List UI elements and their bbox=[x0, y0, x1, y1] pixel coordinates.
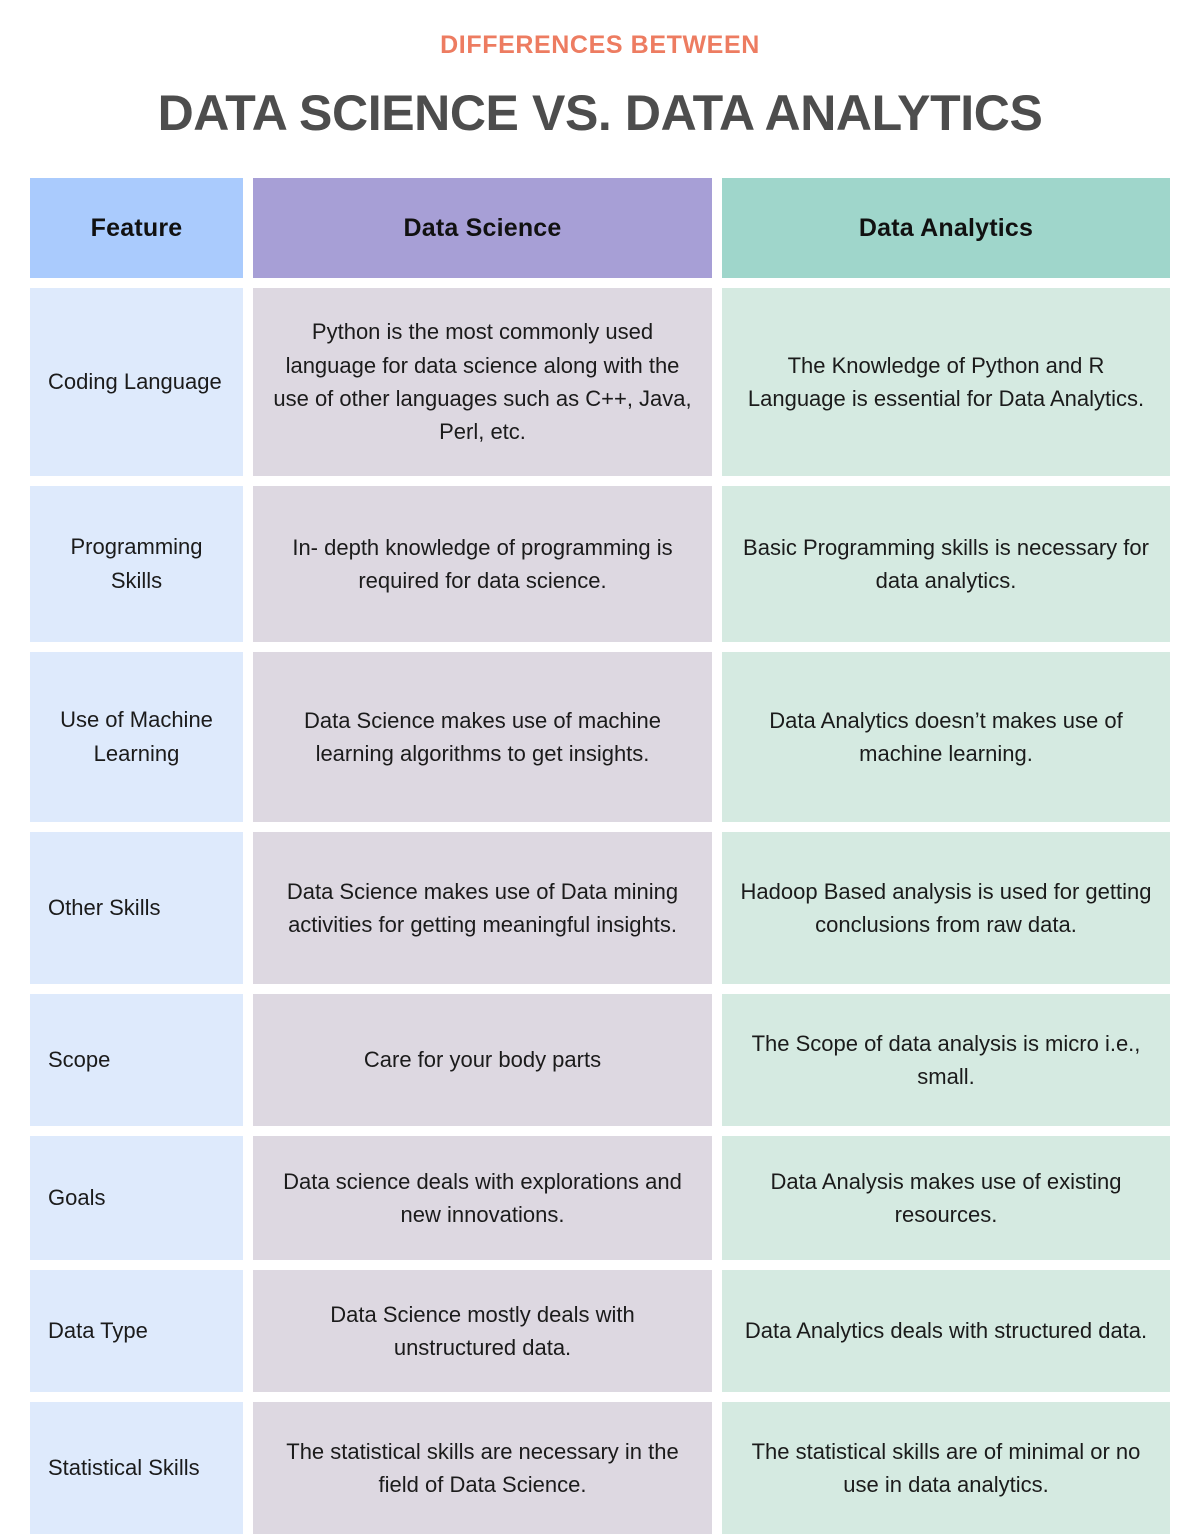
cell-feature: Coding Language bbox=[30, 288, 243, 476]
cell-data-science: Care for your body parts bbox=[253, 994, 712, 1126]
table-row: Coding Language Python is the most commo… bbox=[30, 288, 1170, 476]
cell-feature: Use of Machine Learning bbox=[30, 652, 243, 822]
cell-data-science: Data Science makes use of Data mining ac… bbox=[253, 832, 712, 984]
column-header-data-analytics: Data Analytics bbox=[722, 178, 1170, 278]
kicker-text: Differences Between bbox=[440, 31, 760, 59]
cell-data-science: Data Science makes use of machine learni… bbox=[253, 652, 712, 822]
infographic-page: Differences Between Data Science vs. Dat… bbox=[0, 0, 1200, 1534]
cell-data-analytics: Data Analytics deals with structured dat… bbox=[722, 1270, 1170, 1392]
cell-data-analytics: The statistical skills are of minimal or… bbox=[722, 1402, 1170, 1534]
cell-data-analytics: Basic Programming skills is necessary fo… bbox=[722, 486, 1170, 642]
cell-data-analytics: Data Analytics doesn’t makes use of mach… bbox=[722, 652, 1170, 822]
table-row: Programming Skills In- depth knowledge o… bbox=[30, 486, 1170, 642]
column-header-feature: Feature bbox=[30, 178, 243, 278]
cell-data-science: The statistical skills are necessary in … bbox=[253, 1402, 712, 1534]
cell-data-analytics: The Scope of data analysis is micro i.e.… bbox=[722, 994, 1170, 1126]
cell-feature: Goals bbox=[30, 1136, 243, 1260]
cell-feature: Data Type bbox=[30, 1270, 243, 1392]
table-row: Goals Data science deals with exploratio… bbox=[30, 1136, 1170, 1260]
cell-data-science: In- depth knowledge of programming is re… bbox=[253, 486, 712, 642]
column-header-data-science: Data Science bbox=[253, 178, 712, 278]
table-row: Other Skills Data Science makes use of D… bbox=[30, 832, 1170, 984]
cell-data-analytics: Data Analysis makes use of existing reso… bbox=[722, 1136, 1170, 1260]
cell-data-analytics: Hadoop Based analysis is used for gettin… bbox=[722, 832, 1170, 984]
table-row: Use of Machine Learning Data Science mak… bbox=[30, 652, 1170, 822]
cell-feature: Scope bbox=[30, 994, 243, 1126]
comparison-table: Feature Data Science Data Analytics Codi… bbox=[30, 178, 1170, 1534]
cell-feature: Programming Skills bbox=[30, 486, 243, 642]
page-title: Data Science vs. Data Analytics bbox=[157, 84, 1043, 141]
table-header-row: Feature Data Science Data Analytics bbox=[30, 178, 1170, 278]
cell-data-science: Python is the most commonly used languag… bbox=[253, 288, 712, 476]
cell-data-science: Data science deals with explorations and… bbox=[253, 1136, 712, 1260]
table-row: Data Type Data Science mostly deals with… bbox=[30, 1270, 1170, 1392]
table-row: Statistical Skills The statistical skill… bbox=[30, 1402, 1170, 1534]
table-row: Scope Care for your body parts The Scope… bbox=[30, 994, 1170, 1126]
title-block: Differences Between Data Science vs. Dat… bbox=[0, 0, 1200, 141]
cell-data-analytics: The Knowledge of Python and R Language i… bbox=[722, 288, 1170, 476]
cell-data-science: Data Science mostly deals with unstructu… bbox=[253, 1270, 712, 1392]
cell-feature: Other Skills bbox=[30, 832, 243, 984]
cell-feature: Statistical Skills bbox=[30, 1402, 243, 1534]
